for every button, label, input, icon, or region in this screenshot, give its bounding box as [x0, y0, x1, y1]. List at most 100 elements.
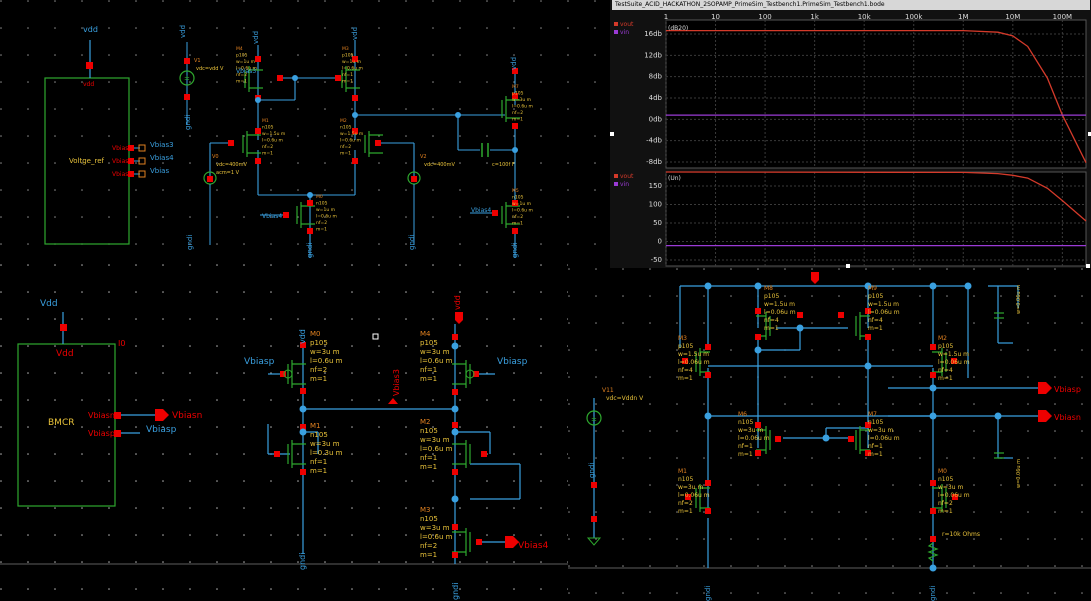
- block-vdd-pin: vdd: [83, 81, 94, 88]
- v0-acm: acm=1 V: [216, 170, 240, 176]
- mos-length: l=0.06u m: [678, 359, 710, 366]
- mos-mult: m=1: [868, 451, 883, 458]
- y-tick-label: 8db: [649, 73, 663, 81]
- v0-gnd: gndi: [186, 235, 194, 250]
- mos-name: M9: [868, 285, 877, 292]
- mos-mult: m=1: [868, 325, 883, 332]
- ref-schematic-canvas[interactable]: ± V11 vdc=Vddn V gndi r=10k Ohms Vbiasp …: [568, 268, 1091, 601]
- net-label-2[interactable]: Vbias: [150, 167, 169, 175]
- mos-fingers: nf=2: [236, 72, 247, 78]
- y-tick-label: 100: [649, 201, 662, 209]
- mag-unit: (dB20): [668, 25, 688, 32]
- mos-name: M1: [678, 468, 687, 475]
- bmcr-wire-p[interactable]: Vbiasp: [146, 425, 177, 435]
- mos-model: p105: [678, 343, 693, 350]
- net-label-1[interactable]: Vbias4: [150, 154, 174, 162]
- mos-name: M2: [420, 418, 431, 426]
- ref-schematic-panel[interactable]: ± V11 vdc=Vddn V gndi r=10k Ohms Vbiasp …: [568, 268, 1091, 601]
- bmcr-out-n[interactable]: Vbiasn: [172, 411, 202, 421]
- mos-mult: m=1: [262, 151, 273, 157]
- bias-vbiasp-left[interactable]: Vbiasp: [244, 357, 275, 367]
- x-tick-label: 10k: [858, 13, 872, 21]
- mos-mult: m=1: [420, 463, 437, 471]
- mos-width: w=3u m: [938, 484, 963, 491]
- mos-fingers: nf=4: [764, 317, 779, 324]
- net-label-0[interactable]: Vbias3: [150, 141, 174, 149]
- mos-name: M4: [420, 330, 431, 338]
- mos-width: w=3u m: [310, 440, 340, 448]
- mos-model: n105: [738, 419, 753, 426]
- mos-length: l=0.06u m: [678, 492, 710, 499]
- mos-model: p105: [236, 53, 248, 59]
- rail-gnd-b: gndi: [511, 243, 519, 258]
- mos-name: M0: [310, 330, 321, 338]
- mos-length: l=0.6u m: [420, 533, 453, 541]
- bode-plot-canvas[interactable]: 16db12db8db4db0db-4db-8dbvoutvin15010050…: [610, 0, 1091, 268]
- y-tick-label: -4db: [646, 137, 662, 145]
- phase-unit: (Un): [668, 175, 681, 182]
- legend-swatch: [614, 174, 618, 178]
- mos-fingers: nf=4: [938, 367, 953, 374]
- mos-model: p105: [420, 339, 438, 347]
- mos-length: l=0.3u m: [310, 449, 343, 457]
- mos-width: w=1u m: [236, 59, 255, 65]
- mos-length: l=0.6u m: [310, 357, 343, 365]
- mos-fingers: nf=4: [678, 367, 693, 374]
- bias-vbias4[interactable]: Vbias4: [518, 541, 549, 551]
- v11-value: vdc=Vddn V: [606, 395, 644, 402]
- mos-mult: m=1: [420, 551, 437, 559]
- mos-model: n105: [420, 427, 438, 435]
- mos-name: M3: [342, 46, 349, 52]
- mos-length: l=0.06u m: [764, 309, 796, 316]
- mos-length: l=0.06u m: [738, 435, 770, 442]
- bias-vbiasp-right[interactable]: Vbiasp: [497, 357, 528, 367]
- mos-width: w=1u m: [512, 201, 531, 207]
- bmcr-id: I0: [118, 339, 125, 348]
- ref-out-vbiasn[interactable]: Vbiasn: [1054, 413, 1081, 422]
- mos-length: l=0.6u m: [316, 214, 337, 220]
- mos-mult: m=1: [678, 508, 693, 515]
- mos-name: M8: [764, 285, 773, 292]
- mos-length: l=0.6u m: [512, 208, 533, 214]
- bias-vbias3[interactable]: Vbias3: [392, 369, 401, 396]
- mos-name: M2: [938, 335, 947, 342]
- mos-model: p105: [310, 339, 328, 347]
- mos-model: n105: [678, 476, 693, 483]
- mos-fingers: nf=2: [340, 144, 351, 150]
- mos-width: w=3u m: [512, 97, 531, 103]
- mos-model: n105: [938, 476, 953, 483]
- y-tick-label: 12db: [644, 51, 662, 59]
- mos-length: l=0.6u m: [262, 138, 283, 144]
- y-tick-label: 150: [649, 182, 662, 190]
- mos-name: M0: [316, 194, 323, 200]
- mos-fingers: nf=1: [420, 454, 437, 462]
- mos-model: p105: [512, 91, 524, 97]
- mos-length: l=0.06u m: [938, 492, 970, 499]
- svg-text:±: ±: [184, 74, 190, 82]
- net-vbias4-a[interactable]: Vbias4: [262, 213, 282, 220]
- mos-model: p105: [938, 343, 953, 350]
- cap-top-value: w=0.06u m: [1016, 285, 1022, 314]
- x-tick-label: 100k: [905, 13, 923, 21]
- waveform-viewer[interactable]: 16db 12db 8db 4db 0db -4db -8db vout vin 150 100 50…: [610, 0, 1091, 268]
- opamp-schematic-canvas[interactable]: vdd vdd Voltge_ref Vbias3 Vbias4 Vbias V…: [0, 0, 608, 262]
- y-tick-label: 50: [653, 219, 662, 227]
- legend-entry: vout: [620, 173, 634, 180]
- mos-mult: m=1: [236, 79, 247, 85]
- mos-width: w=1.5u m: [938, 351, 969, 358]
- opamp-schematic-panel[interactable]: vdd vdd Voltge_ref Vbias3 Vbias4 Vbias V…: [0, 0, 608, 262]
- mos-mult: m=1: [342, 79, 353, 85]
- mos-width: w=3u m: [420, 348, 450, 356]
- mos-name: M6: [738, 411, 747, 418]
- mos-mult: m=1: [738, 451, 753, 458]
- bias-schematic-panel[interactable]: Vdd Vdd I0 BMCR Vbiasn Vbiasp Vbiasn Vbi…: [0, 264, 568, 601]
- net-vbias4-b[interactable]: Vbias4: [471, 207, 491, 214]
- x-tick-label: 10: [711, 13, 720, 21]
- mos-model: n105: [420, 515, 438, 523]
- v2-name: V2: [420, 154, 427, 160]
- y-tick-label: -50: [651, 256, 662, 264]
- mos-mult: m=1: [420, 375, 437, 383]
- ref-out-vbiasp[interactable]: Vbiasp: [1054, 385, 1081, 394]
- x-tick-label: 100: [758, 13, 771, 21]
- bias-schematic-canvas[interactable]: Vdd Vdd I0 BMCR Vbiasn Vbiasp Vbiasn Vbi…: [0, 264, 568, 601]
